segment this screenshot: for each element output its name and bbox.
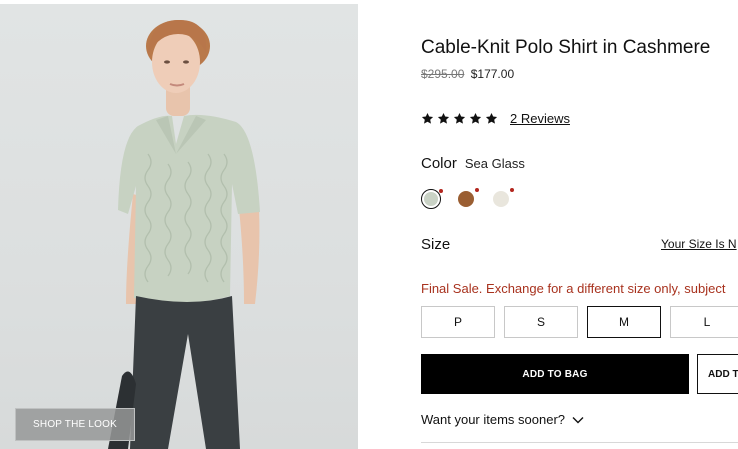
size-guide-link[interactable]: Your Size Is N [661, 237, 737, 251]
swatch-cream[interactable] [491, 188, 514, 209]
sale-dot-icon [510, 188, 514, 192]
add-to-bag-button[interactable]: ADD TO BAG [421, 354, 689, 394]
rating: 2 Reviews [421, 111, 570, 126]
chevron-down-icon [572, 416, 584, 423]
star-icon [453, 112, 466, 124]
sale-dot-icon [439, 189, 443, 193]
color-selector-header: Color Sea Glass [421, 155, 525, 172]
size-button-p[interactable]: P [421, 306, 495, 338]
swatch-fill [458, 191, 474, 207]
product-info: Cable-Knit Polo Shirt in Cashmere $295.0… [421, 0, 738, 449]
size-button-l[interactable]: L [670, 306, 738, 338]
original-price: $295.00 [421, 67, 465, 81]
star-icon [437, 112, 450, 124]
size-button-m[interactable]: M [587, 306, 661, 338]
delivery-options-toggle[interactable]: Want your items sooner? [421, 412, 584, 427]
color-swatches [421, 188, 514, 209]
model-illustration [108, 20, 260, 449]
product-image: SHOP THE LOOK [0, 4, 358, 449]
selected-color-name: Sea Glass [464, 156, 525, 171]
sale-price: $177.00 [470, 67, 515, 81]
color-label: Color [421, 155, 457, 172]
divider [421, 442, 738, 443]
size-label: Size [421, 236, 451, 253]
swatch-fill [493, 191, 509, 207]
swatch-fill [423, 191, 438, 206]
size-button-s[interactable]: S [504, 306, 578, 338]
size-options: P S M L [421, 306, 738, 338]
sale-dot-icon [475, 188, 479, 192]
shop-the-look-button[interactable]: SHOP THE LOOK [15, 408, 135, 441]
reviews-link[interactable]: 2 Reviews [510, 111, 570, 126]
star-rating [421, 112, 498, 125]
product-title: Cable-Knit Polo Shirt in Cashmere [421, 37, 711, 58]
star-icon [421, 112, 434, 124]
swatch-sea-glass[interactable] [421, 189, 443, 209]
star-icon [485, 112, 498, 124]
delivery-options-label: Want your items sooner? [421, 412, 566, 427]
final-sale-notice: Final Sale. Exchange for a different siz… [421, 281, 726, 296]
price: $295.00 $177.00 [421, 67, 514, 81]
star-icon [469, 112, 482, 124]
swatch-brown[interactable] [456, 188, 479, 209]
secondary-add-button[interactable]: ADD T [697, 354, 738, 394]
